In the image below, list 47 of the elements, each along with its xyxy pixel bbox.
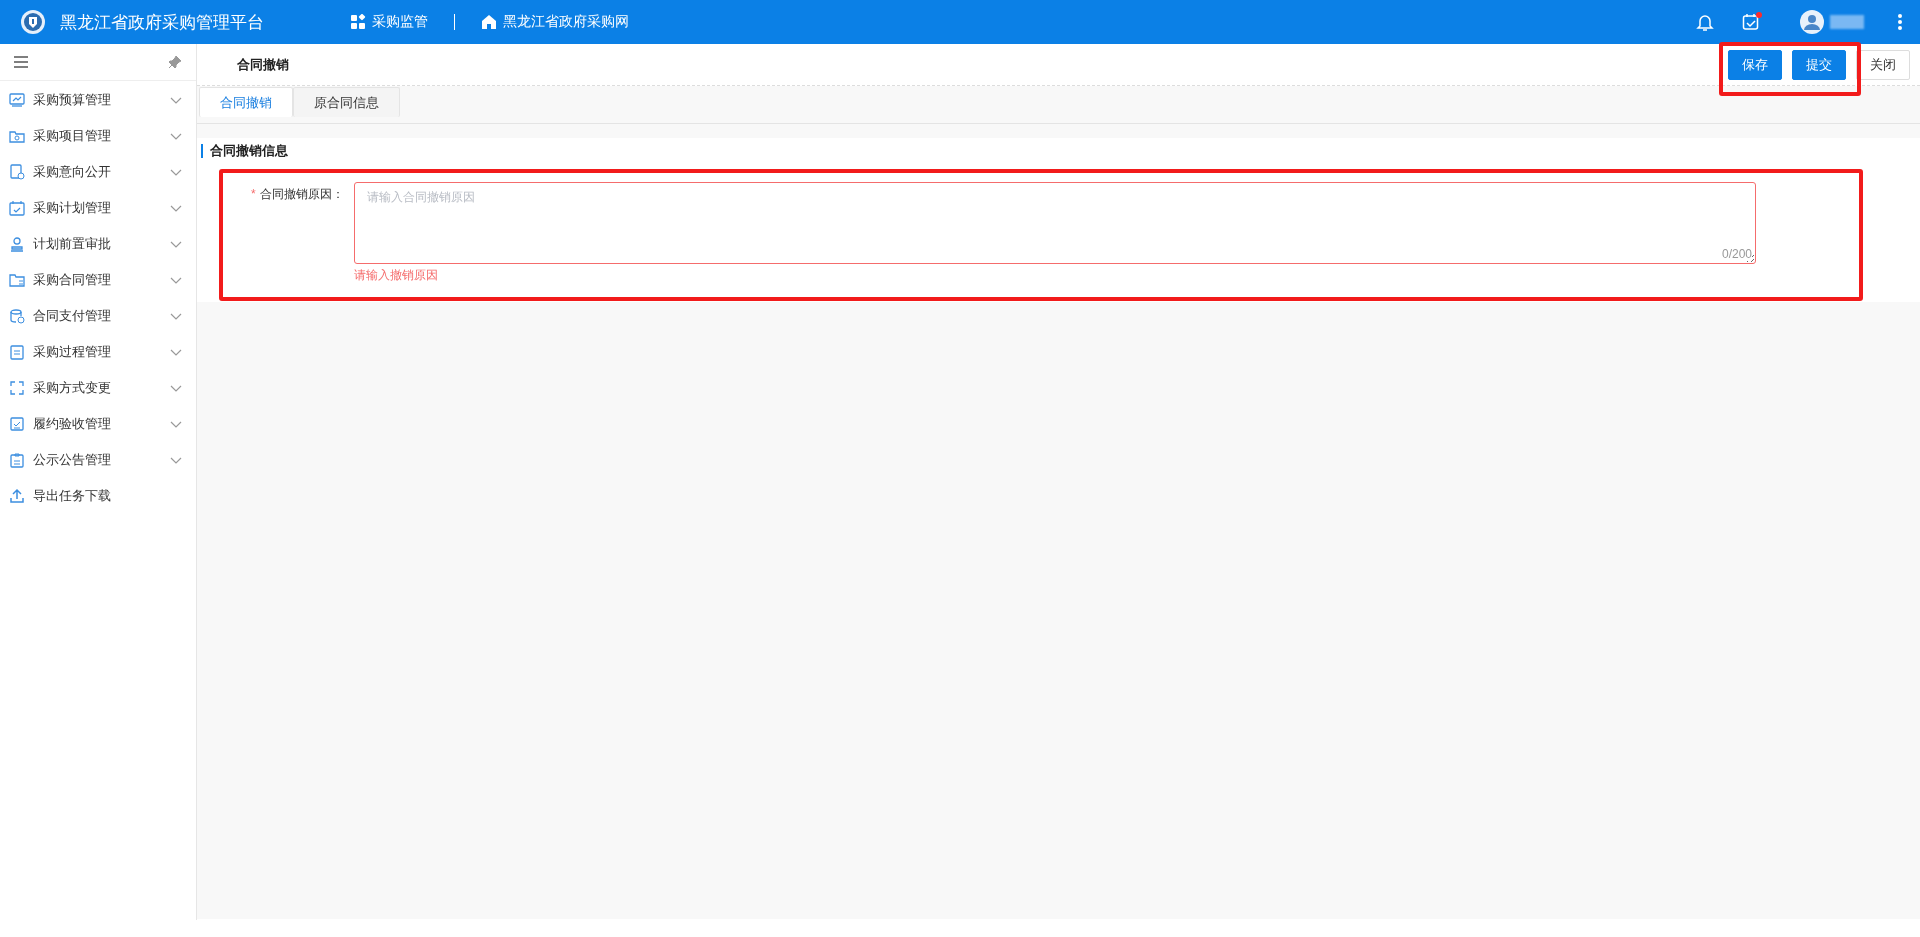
tab[interactable]: 合同撤销 — [199, 87, 293, 117]
menu-item-icon — [9, 488, 25, 504]
menu-item-icon — [9, 200, 25, 216]
section-title: 合同撤销信息 — [201, 144, 1920, 158]
sidebar-item[interactable]: 合同支付管理 — [0, 298, 196, 334]
action-button[interactable]: 保存 — [1728, 49, 1782, 80]
field-label: * 合同撤销原因： — [251, 186, 345, 203]
sidebar-item[interactable]: 采购合同管理 — [0, 262, 196, 298]
pin-icon[interactable] — [168, 55, 182, 69]
blurred-username — [1830, 15, 1864, 29]
menu-item-icon — [9, 380, 25, 396]
logo-icon — [20, 9, 46, 35]
menu-item-icon — [9, 308, 25, 324]
action-button[interactable]: 关闭 — [1856, 49, 1910, 80]
task-icon[interactable] — [1742, 13, 1760, 31]
bell-icon[interactable] — [1696, 12, 1714, 32]
tab[interactable]: 原合同信息 — [293, 87, 400, 117]
menu-item-icon — [9, 164, 25, 180]
nav-link[interactable]: 采购监管 — [350, 13, 428, 31]
apps-icon — [350, 14, 366, 30]
menu-item-icon — [9, 92, 25, 108]
page-title: 合同撤销 — [237, 55, 290, 74]
menu-icon[interactable] — [14, 56, 28, 68]
menu-item-icon — [9, 344, 25, 360]
sidebar-item[interactable]: 采购预算管理 — [0, 82, 196, 118]
avatar-icon[interactable] — [1800, 10, 1824, 34]
menu-item-icon — [9, 416, 25, 432]
sidebar-item[interactable]: 采购计划管理 — [0, 190, 196, 226]
menu-item-icon — [9, 272, 25, 288]
menu-item-icon — [9, 236, 25, 252]
character-counter: 0/200 — [1721, 247, 1752, 261]
home-icon — [481, 14, 497, 30]
sidebar-item[interactable]: 采购意向公开 — [0, 154, 196, 190]
platform-title: 黑龙江省政府采购管理平台 — [60, 11, 265, 34]
nav-link[interactable]: 黑龙江省政府采购网 — [481, 13, 629, 31]
sidebar-item[interactable]: 履约验收管理 — [0, 406, 196, 442]
sidebar-item[interactable]: 采购过程管理 — [0, 334, 196, 370]
menu-item-icon — [9, 128, 25, 144]
sidebar-item[interactable]: 计划前置审批 — [0, 226, 196, 262]
sidebar-item[interactable]: 采购项目管理 — [0, 118, 196, 154]
sidebar-item[interactable]: 导出任务下载 — [0, 478, 196, 514]
sidebar-item[interactable]: 采购方式变更 — [0, 370, 196, 406]
more-icon[interactable] — [1898, 14, 1902, 30]
sidebar-item[interactable]: 公示公告管理 — [0, 442, 196, 478]
validation-message: 请输入撤销原因 — [354, 267, 439, 284]
action-button[interactable]: 提交 — [1792, 49, 1846, 80]
menu-item-icon — [9, 452, 25, 468]
